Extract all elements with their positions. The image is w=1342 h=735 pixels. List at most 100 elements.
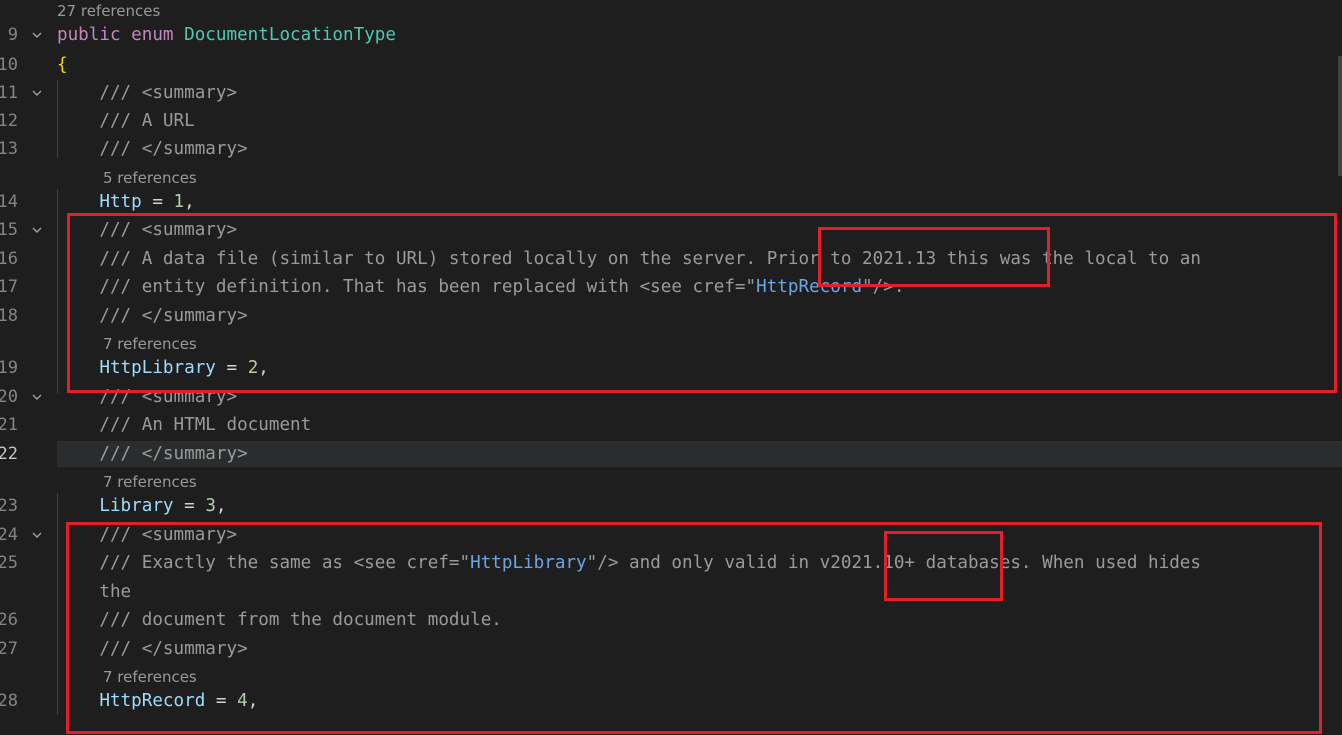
code-token: the bbox=[99, 582, 132, 602]
code-line[interactable]: /// A data file (similar to URL) stored … bbox=[57, 246, 1342, 272]
code-line[interactable]: public enum DocumentLocationType bbox=[57, 22, 1342, 48]
code-line[interactable]: HttpLibrary = 2, bbox=[57, 355, 1342, 381]
code-token: /// A URL bbox=[99, 111, 195, 131]
code-token: , bbox=[184, 192, 195, 212]
code-token: HttpRecord bbox=[756, 277, 863, 297]
code-line[interactable]: /// </summary> bbox=[57, 441, 1342, 467]
code-token: /// <summary> bbox=[99, 83, 238, 103]
code-token: /// entity definition. That has been rep… bbox=[99, 277, 757, 297]
code-line[interactable]: /// <summary> bbox=[57, 217, 1342, 243]
line-number: 24 bbox=[0, 525, 18, 545]
codelens-references-link[interactable]: 7 references bbox=[103, 472, 197, 492]
code-line[interactable]: Library = 3, bbox=[57, 493, 1342, 519]
code-token: = bbox=[215, 358, 248, 378]
line-number: 9 bbox=[7, 25, 18, 45]
code-token: 2 bbox=[247, 358, 259, 378]
code-line[interactable]: HttpRecord = 4, bbox=[57, 688, 1342, 714]
codelens-references-link[interactable]: 7 references bbox=[103, 667, 197, 687]
code-token: "/>. bbox=[862, 277, 905, 297]
code-token: /// </summary> bbox=[99, 444, 248, 464]
code-token: 3 bbox=[205, 496, 216, 516]
codelens-references-link[interactable]: 5 references bbox=[103, 168, 197, 188]
fold-chevron-icon[interactable] bbox=[31, 87, 43, 99]
line-number: 28 bbox=[0, 691, 18, 711]
code-token: DocumentLocationType bbox=[184, 25, 396, 45]
code-line[interactable]: /// Exactly the same as <see cref="HttpL… bbox=[57, 550, 1342, 576]
line-number: 13 bbox=[0, 139, 18, 159]
line-number: 21 bbox=[0, 415, 18, 435]
fold-chevron-icon[interactable] bbox=[31, 224, 43, 236]
code-token: { bbox=[57, 55, 68, 75]
code-token: , bbox=[258, 358, 269, 378]
code-token: /// An HTML document bbox=[99, 415, 312, 435]
fold-chevron-icon[interactable] bbox=[31, 391, 43, 403]
code-line[interactable]: /// A URL bbox=[57, 108, 1342, 134]
fold-chevron-icon[interactable] bbox=[31, 29, 43, 41]
code-token: , bbox=[215, 496, 227, 516]
code-line[interactable]: the bbox=[57, 579, 1342, 605]
line-number: 26 bbox=[0, 610, 18, 630]
fold-chevron-icon[interactable] bbox=[31, 529, 43, 541]
code-line[interactable]: /// <summary> bbox=[57, 522, 1342, 548]
code-line[interactable]: /// <summary> bbox=[57, 384, 1342, 410]
vertical-scrollbar-thumb[interactable] bbox=[1338, 56, 1342, 176]
code-token: /// </summary> bbox=[99, 139, 248, 159]
code-line[interactable]: /// <summary> bbox=[57, 80, 1342, 106]
code-line[interactable]: /// An HTML document bbox=[57, 412, 1342, 438]
code-token: enum bbox=[131, 25, 174, 45]
code-token: /// </summary> bbox=[99, 639, 248, 659]
code-token: "/> and only valid in v2021.10+ database… bbox=[586, 553, 1201, 573]
code-token: Library bbox=[99, 496, 174, 516]
line-number: 11 bbox=[0, 83, 18, 103]
code-token: /// Exactly the same as <see cref=" bbox=[99, 553, 471, 573]
code-token: Http bbox=[99, 192, 142, 212]
line-number: 19 bbox=[0, 358, 18, 378]
code-line[interactable]: /// </summary> bbox=[57, 136, 1342, 162]
code-token: HttpLibrary bbox=[99, 358, 216, 378]
line-number: 16 bbox=[0, 249, 18, 269]
line-number: 23 bbox=[0, 496, 18, 516]
code-token: , bbox=[247, 691, 259, 711]
code-token: /// <summary> bbox=[99, 220, 238, 240]
indent-guide bbox=[57, 80, 58, 158]
code-token: /// A data file (similar to URL) stored … bbox=[99, 249, 1201, 269]
line-number: 22 bbox=[0, 444, 18, 464]
code-line[interactable]: /// document from the document module. bbox=[57, 607, 1342, 633]
code-line[interactable]: /// </summary> bbox=[57, 303, 1342, 329]
code-token: HttpRecord bbox=[99, 691, 206, 711]
indent-guide bbox=[57, 493, 58, 715]
code-token: HttpLibrary bbox=[470, 553, 587, 573]
line-number: 20 bbox=[0, 387, 18, 407]
code-token: 1 bbox=[173, 192, 185, 212]
line-number: 14 bbox=[0, 192, 18, 212]
code-line[interactable]: /// </summary> bbox=[57, 636, 1342, 662]
line-number: 25 bbox=[0, 553, 18, 573]
code-line[interactable]: /// entity definition. That has been rep… bbox=[57, 274, 1342, 300]
code-token: = bbox=[205, 691, 238, 711]
code-token: = bbox=[141, 192, 174, 212]
codelens-references-link[interactable]: 7 references bbox=[103, 334, 197, 354]
line-number: 17 bbox=[0, 277, 18, 297]
code-token: = bbox=[173, 496, 206, 516]
line-number: 10 bbox=[0, 55, 18, 75]
code-token: 4 bbox=[237, 691, 248, 711]
code-line[interactable]: Http = 1, bbox=[57, 189, 1342, 215]
codelens-references-link[interactable]: 27 references bbox=[57, 1, 160, 21]
line-number: 18 bbox=[0, 306, 18, 326]
code-line[interactable]: { bbox=[57, 52, 1342, 78]
